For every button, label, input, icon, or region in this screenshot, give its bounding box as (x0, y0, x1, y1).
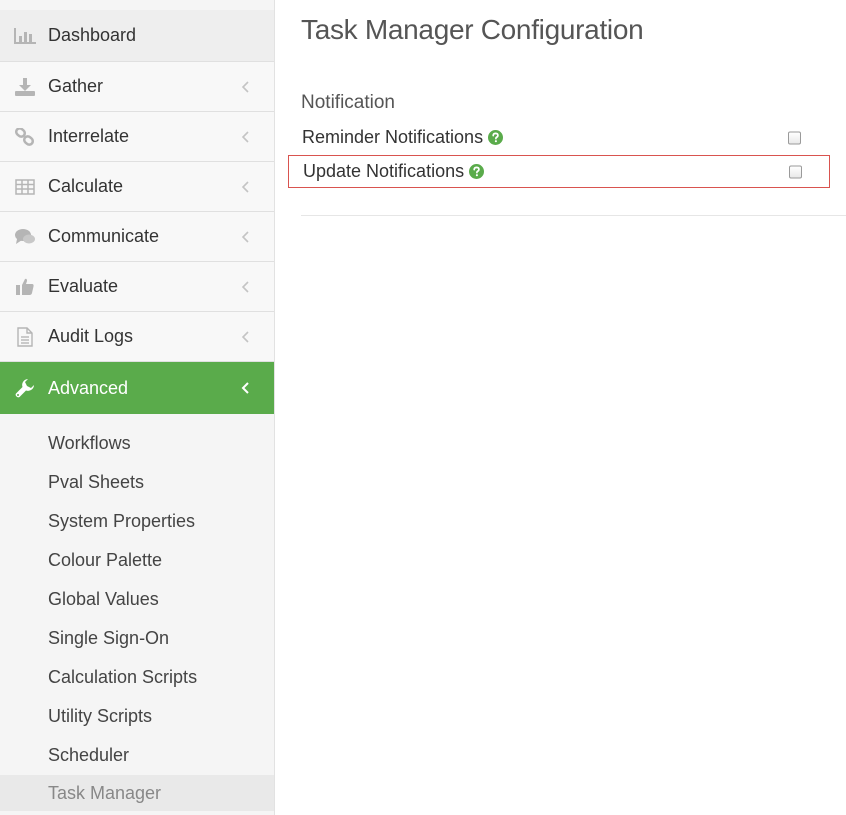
document-icon (14, 326, 36, 347)
sidebar-top-spacer (0, 0, 274, 10)
chevron-left-icon (241, 230, 251, 244)
comments-icon (14, 228, 36, 246)
sidebar-item-label: Dashboard (48, 25, 137, 45)
submenu-item-global-values[interactable]: Global Values (0, 580, 274, 619)
section-title: Notification (301, 92, 395, 113)
question-circle-icon[interactable] (488, 130, 504, 145)
setting-label: Reminder Notifications (302, 127, 484, 147)
sidebar: Dashboard Gather Interrelate Calculate C… (0, 0, 275, 815)
submenu-item-task-manager[interactable]: Task Manager (0, 775, 274, 811)
setting-row-update-notifications: Update Notifications (288, 155, 830, 188)
sidebar-item-audit-logs[interactable]: Audit Logs (0, 312, 274, 362)
submenu-item-pval-sheets[interactable]: Pval Sheets (0, 463, 274, 502)
download-icon (14, 77, 36, 96)
sidebar-item-evaluate[interactable]: Evaluate (0, 262, 274, 312)
submenu-item-colour-palette[interactable]: Colour Palette (0, 541, 274, 580)
question-circle-icon[interactable] (469, 164, 485, 179)
sidebar-item-label: Calculate (48, 176, 124, 196)
sidebar-item-calculate[interactable]: Calculate (0, 162, 274, 212)
section-divider (301, 215, 846, 216)
chevron-left-icon (241, 130, 251, 144)
chevron-left-icon (241, 381, 251, 395)
setting-label: Update Notifications (303, 161, 465, 181)
sidebar-item-label: Audit Logs (48, 326, 134, 346)
chevron-left-icon (241, 80, 251, 94)
thumbs-up-icon (14, 278, 36, 296)
reminder-notifications-checkbox[interactable] (788, 131, 801, 144)
wrench-icon (14, 379, 36, 398)
sidebar-item-communicate[interactable]: Communicate (0, 212, 274, 262)
submenu-item-system-properties[interactable]: System Properties (0, 502, 274, 541)
sidebar-item-label: Communicate (48, 226, 160, 246)
advanced-submenu: Workflows Pval Sheets System Properties … (0, 414, 274, 811)
submenu-item-calculation-scripts[interactable]: Calculation Scripts (0, 658, 274, 697)
sidebar-item-label: Advanced (48, 377, 129, 398)
chevron-left-icon (241, 330, 251, 344)
main-content: Task Manager Configuration Notification … (276, 0, 846, 815)
submenu-item-single-sign-on[interactable]: Single Sign-On (0, 619, 274, 658)
link-icon (14, 127, 36, 146)
setting-row-reminder-notifications: Reminder Notifications (288, 121, 830, 154)
sidebar-item-dashboard[interactable]: Dashboard (0, 10, 274, 62)
sidebar-item-interrelate[interactable]: Interrelate (0, 112, 274, 162)
submenu-item-utility-scripts[interactable]: Utility Scripts (0, 697, 274, 736)
page-title: Task Manager Configuration (301, 14, 644, 45)
sidebar-item-label: Interrelate (48, 126, 130, 146)
submenu-item-workflows[interactable]: Workflows (0, 424, 274, 463)
chevron-left-icon (241, 180, 251, 194)
chevron-left-icon (241, 280, 251, 294)
sidebar-item-gather[interactable]: Gather (0, 62, 274, 112)
submenu-item-scheduler[interactable]: Scheduler (0, 736, 274, 775)
sidebar-item-label: Evaluate (48, 276, 119, 296)
table-icon (14, 178, 36, 196)
update-notifications-checkbox[interactable] (789, 165, 802, 178)
sidebar-item-label: Gather (48, 76, 104, 96)
sidebar-item-advanced[interactable]: Advanced (0, 362, 274, 414)
bar-chart-icon (14, 27, 36, 45)
